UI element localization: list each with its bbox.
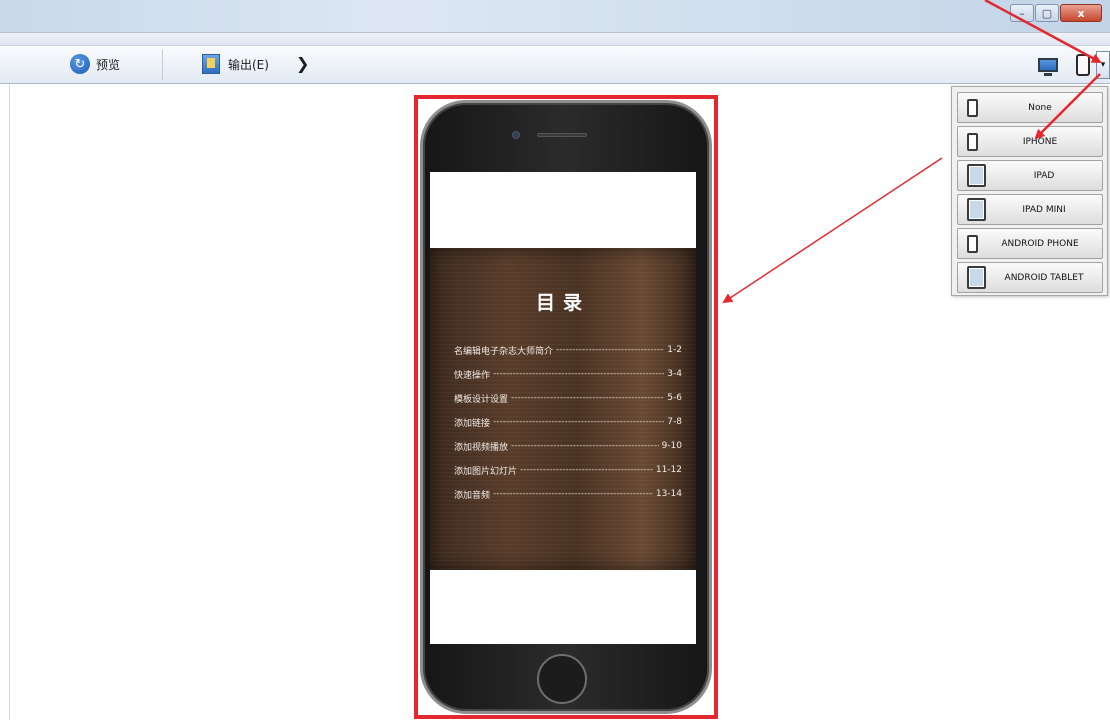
toolbar-more-button[interactable]: ❯	[296, 54, 309, 73]
phone-icon	[967, 132, 978, 151]
preview-button[interactable]: ↻ 预览	[70, 54, 120, 74]
device-dropdown-menu: None IPHONE IPAD IPAD MINI ANDROID PHONE…	[951, 86, 1108, 296]
minimize-button[interactable]: –	[1010, 4, 1034, 22]
device-option-iphone[interactable]: IPHONE	[957, 126, 1103, 157]
title-bar: – ▢ x	[0, 0, 1110, 32]
device-option-android-phone[interactable]: ANDROID PHONE	[957, 228, 1103, 259]
tablet-icon	[967, 266, 986, 289]
device-option-label: IPAD MINI	[1022, 204, 1066, 215]
maximize-button[interactable]: ▢	[1035, 4, 1059, 22]
chevron-right-icon: ❯	[296, 54, 310, 73]
preview-label: 预览	[96, 57, 121, 72]
device-selector: ▾	[1038, 50, 1110, 80]
refresh-icon: ↻	[70, 54, 90, 74]
tablet-icon	[967, 198, 986, 221]
device-option-ipad-mini[interactable]: IPAD MINI	[957, 194, 1103, 225]
device-option-none[interactable]: None	[957, 92, 1103, 123]
phone-icon	[967, 98, 978, 117]
output-button[interactable]: 输出(E)	[202, 54, 269, 74]
phone-icon[interactable]	[1076, 54, 1090, 76]
export-icon	[202, 54, 220, 74]
preview-highlight-box	[414, 95, 718, 719]
app-window: – ▢ x ↻ 预览 输出(E) ❯ ▾ 目录 名编辑电子杂志大师简介 ----…	[0, 0, 1110, 720]
device-option-label: IPAD	[1033, 170, 1055, 181]
left-panel-edge	[0, 84, 10, 720]
device-option-label: None	[1028, 102, 1052, 113]
toolbar-divider	[162, 50, 163, 80]
device-option-ipad[interactable]: IPAD	[957, 160, 1103, 191]
arrow-to-preview	[722, 157, 943, 304]
tablet-icon	[967, 164, 986, 187]
close-button[interactable]: x	[1060, 4, 1102, 22]
device-option-label: IPHONE	[1022, 136, 1058, 147]
menu-band	[0, 32, 1110, 46]
phone-icon	[967, 234, 978, 253]
window-controls: – ▢ x	[1009, 4, 1102, 22]
monitor-icon[interactable]	[1038, 58, 1058, 76]
device-option-label: ANDROID TABLET	[1004, 272, 1084, 283]
output-label: 输出(E)	[228, 57, 269, 72]
device-option-android-tablet[interactable]: ANDROID TABLET	[957, 262, 1103, 293]
device-dropdown-toggle[interactable]: ▾	[1096, 51, 1110, 79]
chevron-down-icon: ▾	[1100, 60, 1106, 70]
toolbar: ↻ 预览 输出(E) ❯ ▾	[0, 46, 1110, 84]
device-option-label: ANDROID PHONE	[1001, 238, 1079, 249]
